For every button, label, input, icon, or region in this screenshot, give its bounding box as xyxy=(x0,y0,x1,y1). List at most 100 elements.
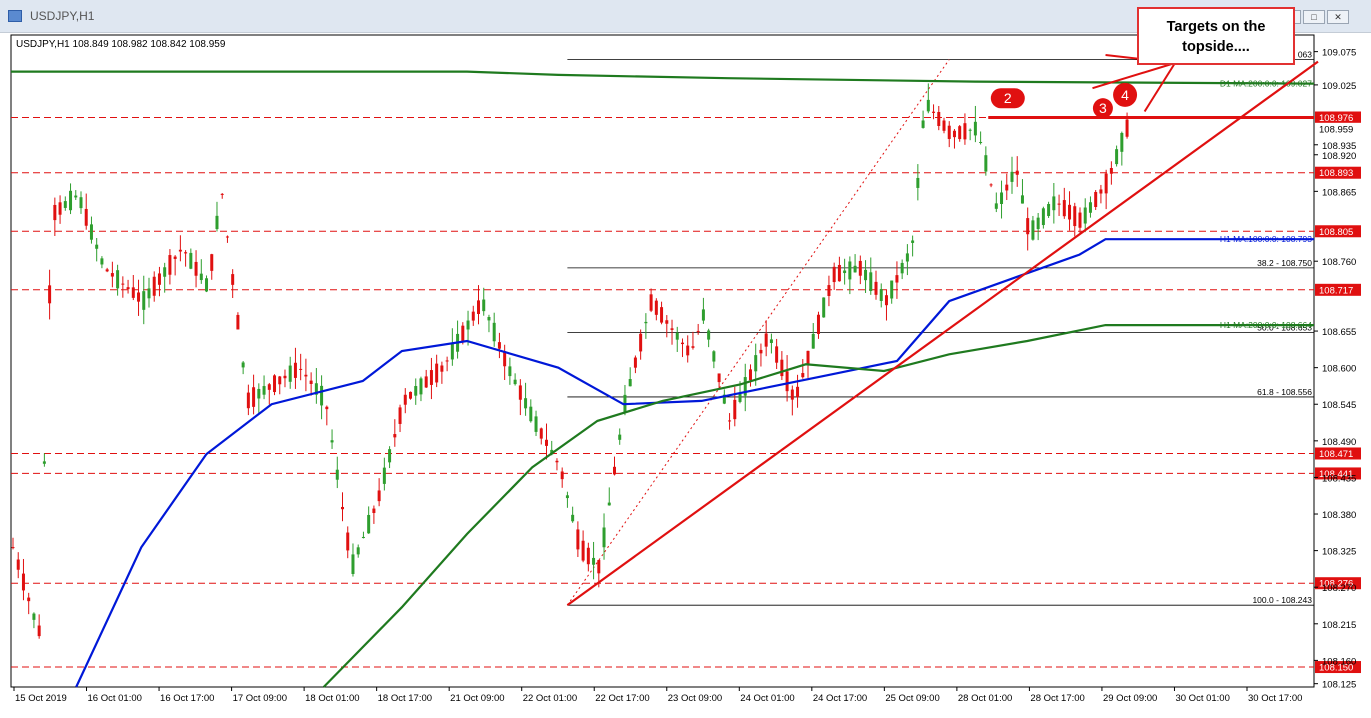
candle-body xyxy=(126,287,130,290)
candle-body xyxy=(748,369,752,381)
candle-body xyxy=(1109,168,1113,174)
fib-label: 61.8 - 108.556 xyxy=(1257,387,1312,397)
candle-body xyxy=(895,275,899,283)
candle-body xyxy=(42,461,46,464)
candle-body xyxy=(435,363,439,383)
candle-body xyxy=(497,342,501,349)
candle-body xyxy=(947,125,951,139)
candle-body xyxy=(403,394,407,405)
candle-body xyxy=(84,208,88,226)
candle-body xyxy=(173,256,177,259)
candle-body xyxy=(116,270,120,289)
candle-body xyxy=(89,224,93,240)
marker-label: 2 xyxy=(1004,90,1012,106)
indicator-label: D1 MA:200:0:0: 109.027 xyxy=(1220,79,1312,89)
chart-window-icon xyxy=(8,10,22,22)
candle-body xyxy=(942,120,946,131)
candle-body xyxy=(937,111,941,126)
candle-body xyxy=(273,375,277,393)
candle-body xyxy=(293,362,297,378)
x-tick-label: 24 Oct 01:00 xyxy=(740,693,794,704)
fib-label: 063 xyxy=(1298,50,1312,60)
candle-body xyxy=(733,399,737,420)
x-tick-label: 18 Oct 17:00 xyxy=(378,693,432,704)
candle-body xyxy=(471,311,475,321)
marker-label: 4 xyxy=(1121,87,1129,103)
candle-body xyxy=(565,495,569,499)
candle-body xyxy=(142,291,146,310)
candle-body xyxy=(1041,208,1045,226)
candle-body xyxy=(644,321,648,324)
candle-body xyxy=(717,373,721,383)
candle-body xyxy=(680,342,684,345)
candle-body xyxy=(890,280,894,299)
candle-body xyxy=(701,309,705,321)
candle-body xyxy=(921,120,925,128)
candle-body xyxy=(633,357,637,368)
candle-body xyxy=(827,285,831,296)
x-tick-label: 29 Oct 09:00 xyxy=(1103,693,1157,704)
candle-body xyxy=(728,420,732,422)
x-tick-label: 25 Oct 09:00 xyxy=(885,693,939,704)
candle-body xyxy=(1088,202,1092,213)
price-level-label: 108.893 xyxy=(1319,168,1353,179)
candle-body xyxy=(487,316,491,321)
candle-body xyxy=(325,406,329,410)
candle-body xyxy=(1120,132,1124,152)
candle-body xyxy=(356,547,360,555)
candle-body xyxy=(503,351,507,367)
candle-body xyxy=(660,307,664,323)
x-tick-label: 30 Oct 01:00 xyxy=(1175,693,1229,704)
candle-body xyxy=(696,330,700,332)
candle-body xyxy=(1078,212,1082,228)
candle-body xyxy=(341,506,345,510)
candle-body xyxy=(398,407,402,424)
y-tick-label: 108.435 xyxy=(1322,473,1356,484)
candle-body xyxy=(518,385,522,400)
candle-body xyxy=(393,434,397,438)
candle-body xyxy=(848,261,852,280)
y-tick-label: 108.865 xyxy=(1322,187,1356,198)
candle-body xyxy=(1062,200,1066,217)
candle-body xyxy=(586,547,590,565)
maximize-button[interactable]: □ xyxy=(1303,10,1325,24)
candle-body xyxy=(1010,171,1014,182)
candle-body xyxy=(16,559,20,570)
candle-body xyxy=(351,554,355,574)
candle-body xyxy=(131,287,135,298)
price-level-label: 108.805 xyxy=(1319,227,1353,238)
candle-body xyxy=(968,129,972,131)
candle-body xyxy=(544,439,548,446)
x-tick-label: 15 Oct 2019 xyxy=(15,693,67,704)
candle-body xyxy=(984,155,988,172)
candle-body xyxy=(361,536,365,539)
close-button[interactable]: ✕ xyxy=(1327,10,1349,24)
candle-body xyxy=(1083,207,1087,224)
candle-body xyxy=(874,281,878,295)
price-chart[interactable]: 38.2 - 108.75050.0 - 108.65361.8 - 108.5… xyxy=(0,33,1371,718)
candle-body xyxy=(973,121,977,136)
candle-body xyxy=(21,573,25,591)
candle-body xyxy=(252,387,256,407)
candle-body xyxy=(534,416,538,432)
candle-body xyxy=(163,267,167,277)
candle-body xyxy=(675,332,679,340)
price-level-label: 108.471 xyxy=(1319,449,1353,460)
current-price-label: 108.959 xyxy=(1319,124,1353,135)
candle-body xyxy=(607,502,611,506)
candle-body xyxy=(309,380,313,384)
x-tick-label: 30 Oct 17:00 xyxy=(1248,693,1302,704)
candle-body xyxy=(837,264,841,282)
price-level-label: 108.717 xyxy=(1319,285,1353,296)
candle-body xyxy=(246,392,250,409)
marker-label: 3 xyxy=(1099,100,1107,116)
symbol-info: USDJPY,H1 108.849 108.982 108.842 108.95… xyxy=(16,39,226,50)
y-tick-label: 108.545 xyxy=(1322,400,1356,411)
candle-body xyxy=(382,467,386,484)
candle-body xyxy=(424,376,428,388)
candle-body xyxy=(304,374,308,377)
candle-body xyxy=(1115,149,1119,165)
candle-body xyxy=(869,272,873,292)
y-tick-label: 108.215 xyxy=(1322,620,1356,631)
candle-body xyxy=(121,283,125,285)
